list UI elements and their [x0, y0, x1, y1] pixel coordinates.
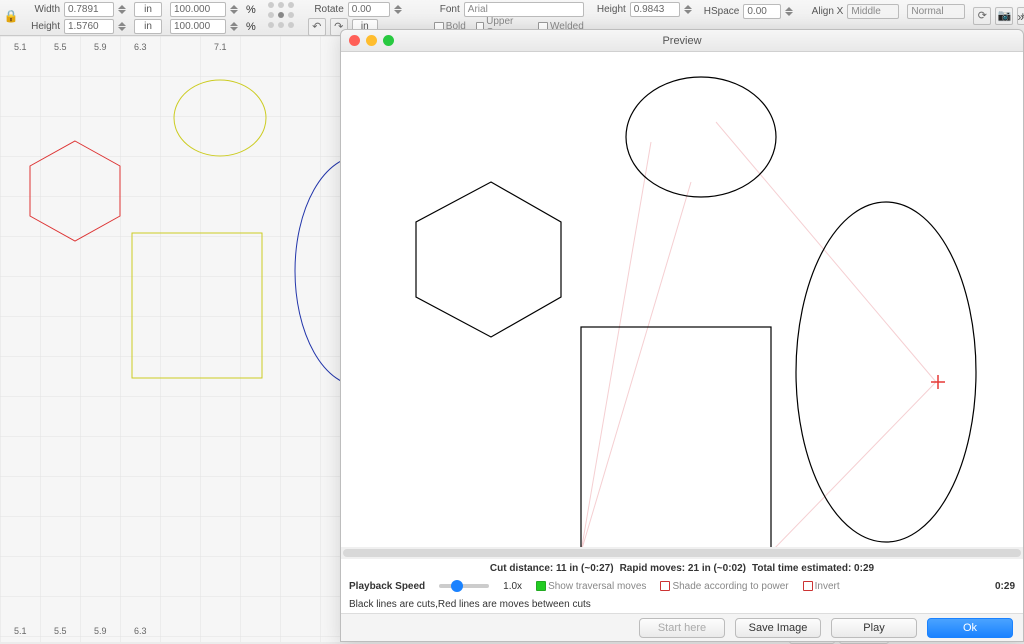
elapsed-time: 0:29 [995, 581, 1015, 592]
alignx-value: Middle [851, 6, 880, 17]
ruler-bottom-1: 5.5 [54, 626, 67, 636]
width-input[interactable] [64, 2, 114, 17]
canvas-hexagon[interactable] [20, 136, 130, 246]
preview-window: Preview [340, 29, 1024, 642]
font-height-stepper[interactable] [684, 2, 696, 17]
height-label: Height [26, 21, 60, 32]
ruler-top-1: 5.5 [54, 42, 67, 52]
font-value: Arial [468, 4, 488, 15]
percent-label-2: % [246, 21, 256, 33]
lock-icon[interactable]: 🔒 [4, 2, 18, 30]
save-image-label: Save Image [749, 622, 808, 634]
ok-label: Ok [963, 622, 977, 634]
preview-canvas[interactable] [341, 52, 1023, 547]
shade-power-checkbox[interactable]: Shade according to power [660, 581, 788, 592]
fontstyle-value: Normal [911, 6, 943, 17]
scale-y-stepper[interactable] [230, 19, 242, 34]
rotate-stepper[interactable] [394, 2, 406, 17]
height-stepper[interactable] [118, 19, 130, 34]
percent-label-1: % [246, 4, 256, 16]
preview-button-bar: Start here Save Image Play Ok [341, 613, 1023, 641]
font-height-input[interactable] [630, 2, 680, 17]
start-here-label: Start here [658, 622, 706, 634]
playback-speed-label: Playback Speed [349, 581, 425, 592]
preview-hint: Black lines are cuts,Red lines are moves… [341, 595, 1023, 613]
fontstyle-select[interactable]: Normal [907, 4, 965, 19]
ruler-bottom-0: 5.1 [14, 626, 27, 636]
font-metrics-group: Height [592, 2, 696, 17]
ruler-top-5: 7.1 [214, 42, 227, 52]
preview-info-bar: Cut distance: 11 in (~0:27) Rapid moves:… [341, 559, 1023, 577]
invert-checkbox[interactable]: Invert [803, 581, 840, 592]
height-unit[interactable]: in [134, 19, 162, 34]
ok-button[interactable]: Ok [927, 618, 1013, 638]
preview-title: Preview [341, 35, 1023, 47]
scale-x-input[interactable] [170, 2, 226, 17]
info-total-time: Total time estimated: 0:29 [752, 563, 874, 574]
save-image-button[interactable]: Save Image [735, 618, 821, 638]
preview-timeline[interactable] [341, 547, 1023, 559]
preview-options-bar: Playback Speed 1.0x Show traversal moves… [341, 577, 1023, 595]
hspace-label: HSpace [704, 6, 740, 17]
alignx-select[interactable]: Middle [847, 4, 899, 19]
info-rapid-moves: Rapid moves: 21 in (~0:02) [620, 563, 746, 574]
dimensions-group: Width in Height in [26, 2, 162, 34]
alignx-label: Align X [805, 6, 843, 17]
timeline-thumb[interactable] [343, 549, 1021, 557]
width-label: Width [26, 4, 60, 15]
start-here-button[interactable]: Start here [639, 618, 725, 638]
font-height-label: Height [592, 4, 626, 15]
rotate-ccw-button[interactable]: ↶ [308, 18, 326, 36]
font-label: Font [434, 4, 460, 15]
show-traversal-checkbox[interactable]: Show traversal moves [536, 581, 646, 592]
invert-label: Invert [815, 581, 840, 592]
fontstyle-group: Normal [907, 4, 965, 19]
collapse-chevrons-icon[interactable]: » [1017, 10, 1020, 24]
preview-drawing [341, 52, 1023, 547]
width-stepper[interactable] [118, 2, 130, 17]
canvas-small-ellipse[interactable] [170, 76, 270, 161]
anchor-grid[interactable] [268, 2, 296, 30]
preview-titlebar[interactable]: Preview [341, 30, 1023, 52]
play-button[interactable]: Play [831, 618, 917, 638]
playback-speed-value: 1.0x [503, 581, 522, 592]
refresh-icon[interactable]: ⟳ [973, 7, 991, 25]
rotate-label: Rotate [308, 4, 344, 15]
ruler-bottom-3: 6.3 [134, 626, 147, 636]
ruler-bottom-2: 5.9 [94, 626, 107, 636]
alignx-group: Align X Middle [805, 4, 899, 19]
height-input[interactable] [64, 19, 114, 34]
show-traversal-label: Show traversal moves [548, 581, 646, 592]
info-cut-distance: Cut distance: 11 in (~0:27) [490, 563, 614, 574]
hspace-input[interactable] [743, 4, 781, 19]
scale-group: % % [170, 2, 256, 34]
camera-icon[interactable]: 📷 [995, 7, 1013, 25]
play-label: Play [863, 622, 884, 634]
ruler-top-2: 5.9 [94, 42, 107, 52]
hspace-group: HSpace [704, 4, 798, 19]
hspace-stepper[interactable] [785, 4, 797, 19]
playback-speed-slider[interactable] [439, 584, 489, 588]
shade-power-label: Shade according to power [672, 581, 788, 592]
ruler-top-3: 6.3 [134, 42, 147, 52]
scale-y-input[interactable] [170, 19, 226, 34]
rotate-input[interactable] [348, 2, 390, 17]
ruler-top-0: 5.1 [14, 42, 27, 52]
slider-knob[interactable] [451, 580, 463, 592]
scale-x-stepper[interactable] [230, 2, 242, 17]
canvas-rectangle[interactable] [130, 231, 265, 381]
width-unit[interactable]: in [134, 2, 162, 17]
